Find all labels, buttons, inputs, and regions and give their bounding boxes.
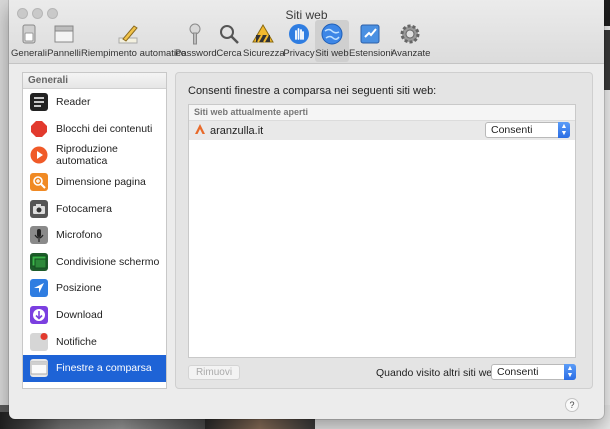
reader-icon (30, 93, 48, 112)
puzzle-icon (358, 22, 382, 46)
sidebar-header: Generali (23, 73, 166, 89)
toolbar-riempimento-automatico[interactable]: Riempimento automatico (81, 20, 186, 62)
sidebar-item-label: Posizione (56, 282, 102, 295)
sidebar-item-condivisione-schermo[interactable]: Condivisione schermo (23, 249, 166, 276)
sidebar-item-finestre-a-comparsa[interactable]: Finestre a comparsa (23, 354, 166, 382)
sidebar-item-label: Fotocamera (56, 202, 113, 215)
key-icon (183, 22, 207, 46)
sidebar-item-label: Notifiche (56, 335, 97, 348)
camera-icon (30, 199, 48, 218)
select-arrows-icon: ▲ ▼ (558, 122, 570, 138)
sites-table[interactable]: Siti web attualmente aperti aranzulla.it… (188, 104, 576, 358)
sidebar-item-label: Dimensione pagina (56, 176, 146, 189)
sidebar-item-label: Blocchi dei contenuti (56, 122, 153, 135)
table-header: Siti web attualmente aperti (189, 105, 575, 121)
remove-button[interactable]: Rimuovi (188, 365, 240, 380)
security-sign-icon (251, 22, 275, 46)
sidebar-item-fotocamera[interactable]: Fotocamera (23, 195, 166, 222)
microphone-icon (30, 226, 48, 245)
help-button[interactable]: ? (565, 398, 579, 412)
sidebar-item-posizione[interactable]: Posizione (23, 275, 166, 302)
table-row[interactable]: aranzulla.it Consenti ▲ ▼ (189, 121, 575, 140)
site-name: aranzulla.it (210, 124, 264, 137)
sidebar-item-label: Reader (56, 96, 91, 109)
toolbar-avanzate[interactable]: Avanzate (391, 20, 430, 62)
globe-icon (320, 22, 344, 46)
sidebar-item-notifiche[interactable]: Notifiche (23, 328, 166, 355)
sidebar-item-label: Finestre a comparsa (56, 362, 152, 375)
toolbar-privacy[interactable]: Privacy (283, 20, 315, 62)
magnifier-icon (217, 22, 241, 46)
toolbar-pannelli[interactable]: Pannelli (47, 20, 81, 62)
toolbar-generali[interactable]: Generali (11, 20, 47, 62)
location-arrow-icon (30, 279, 48, 298)
popup-windows-icon (30, 359, 48, 378)
play-icon (30, 146, 48, 164)
other-sites-select[interactable]: Consenti ▲ ▼ (491, 364, 576, 380)
panel-title: Consenti finestre a comparsa nei seguent… (188, 85, 437, 97)
titlebar: Siti web Generali Pannelli Riempimento a… (9, 0, 604, 64)
sidebar-item-dimensione-pagina[interactable]: Dimensione pagina (23, 169, 166, 196)
pencil-icon (116, 22, 140, 46)
sidebar-item-label: Condivisione schermo (56, 255, 160, 268)
sidebar-item-label: Microfono (56, 229, 103, 242)
sidebar-item-riproduzione-automatica[interactable]: Riproduzione automatica (23, 142, 166, 169)
site-setting-select[interactable]: Consenti ▲ ▼ (485, 122, 570, 138)
toggle-switch-icon (17, 22, 41, 46)
notifications-icon (30, 332, 48, 351)
download-icon (30, 306, 48, 325)
site-favicon-icon (194, 123, 206, 138)
sidebar-item-label: Download (56, 309, 103, 322)
sidebar-item-blocchi-contenuti[interactable]: Blocchi dei contenuti (23, 116, 166, 143)
sidebar-item-microfono[interactable]: Microfono (23, 222, 166, 249)
sidebar: Generali Reader Blocchi dei contenuti Ri… (22, 72, 167, 389)
other-sites-label: Quando visito altri siti web: (376, 367, 501, 379)
gear-icon (398, 22, 422, 46)
settings-panel: Consenti finestre a comparsa nei seguent… (175, 72, 593, 389)
select-arrows-icon: ▲ ▼ (564, 364, 576, 380)
stop-sign-icon (30, 120, 48, 138)
sidebar-item-reader[interactable]: Reader (23, 89, 166, 116)
screen-share-icon (30, 252, 48, 271)
zoom-icon (30, 173, 48, 192)
sidebar-item-download[interactable]: Download (23, 302, 166, 329)
tabs-window-icon (52, 22, 76, 46)
hand-icon (287, 22, 311, 46)
toolbar-siti-web[interactable]: Siti web (315, 20, 349, 62)
preferences-window: Siti web Generali Pannelli Riempimento a… (9, 0, 604, 419)
toolbar-estensioni[interactable]: Estensioni (349, 20, 393, 62)
toolbar-cerca[interactable]: Cerca (215, 20, 243, 62)
sidebar-item-label: Riproduzione automatica (56, 143, 118, 168)
toolbar-sicurezza[interactable]: Sicurezza (243, 20, 285, 62)
toolbar-password[interactable]: Password (175, 20, 217, 62)
